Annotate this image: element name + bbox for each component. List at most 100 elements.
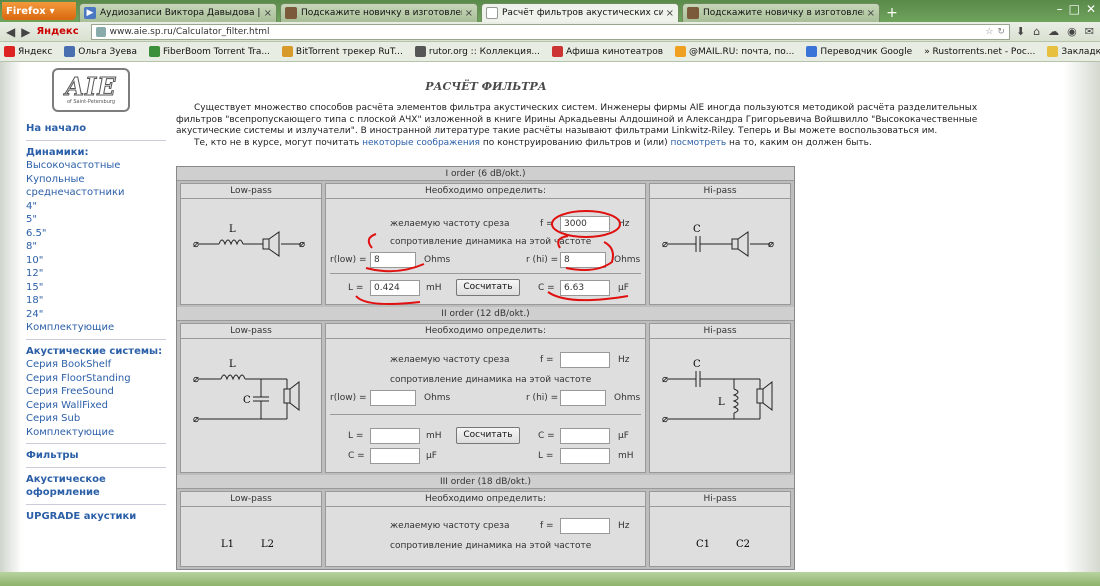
sidebar-item-acoustic-design[interactable]: Акустическое [26,473,166,487]
play-icon: ▶ [84,7,96,19]
order-2-calculate-button[interactable]: Сосчитать [456,427,520,444]
sidebar-item[interactable]: 18" [26,294,166,308]
order-2-rlow-input[interactable] [370,390,416,406]
order-2-L-output[interactable] [370,428,420,444]
minimize-icon[interactable]: – [1057,2,1063,16]
capacitor-label: C [693,359,701,370]
bookmark-item[interactable]: Ольга Зуева [64,46,137,57]
hipass-header: Hi-pass [650,184,790,199]
sidebar-item[interactable]: Серия FloorStanding [26,372,166,386]
bookmark-item[interactable]: Переводчик Google [806,46,912,57]
refresh-icon[interactable]: ↻ [997,27,1005,37]
link-considerations[interactable]: некоторые соображения [362,138,480,148]
main-content: РАСЧЁТ ФИЛЬТРА Существует множество спос… [176,62,1046,149]
site-logo[interactable]: AIE of Saint-Petersburg [52,68,130,112]
order-3-title: III order (18 dB/okt.) [177,475,794,489]
capacitor-label: C [243,395,251,406]
inductor-1-label: L1 [221,539,234,550]
close-window-icon[interactable]: ✕ [1086,2,1096,16]
lowpass-schematic: ⌀ ⌀ L [181,199,321,279]
bookmark-item[interactable]: rutor.org :: Коллекция... [414,46,540,57]
firefox-menu-button[interactable]: Firefox ▾ [2,2,76,20]
order-2-frequency-input[interactable] [560,352,610,368]
sidebar-item[interactable]: Купольные [26,173,166,187]
sidebar-item[interactable]: среднечастотники [26,186,166,200]
order-2-L2-output[interactable] [560,448,610,464]
inductor-2-label: L2 [261,539,274,550]
bookmarks-menu[interactable]: Закладки [1047,46,1100,57]
sidebar-item[interactable]: 4" [26,200,166,214]
bookmark-item[interactable]: Яндекс [4,46,52,57]
torrent-icon [281,46,293,57]
inductor-label: L [229,359,236,370]
sidebar-item[interactable]: 15" [26,281,166,295]
mail-icon[interactable]: ✉ [1085,25,1094,38]
sidebar-item[interactable]: 5" [26,213,166,227]
svg-text:⌀: ⌀ [193,414,199,425]
url-text[interactable]: www.aie.sp.ru/Calculator_filter.html [110,27,982,37]
sidebar-item[interactable]: 24" [26,308,166,322]
tab-4[interactable]: Подскажите новичку в изготовлени...× [682,3,880,22]
weather-icon[interactable]: ☁ [1048,25,1059,38]
sidebar-item[interactable]: 10" [26,254,166,268]
cinema-icon [551,46,563,57]
sidebar-heading-systems[interactable]: Акустические системы: [26,345,166,359]
tab-bar: Firefox ▾ ▶ Аудиозаписи Виктора Давыдова |… [0,0,1100,22]
page-margin [1064,62,1100,572]
sidebar-item-acoustic-design[interactable]: оформление [26,486,166,500]
sidebar-item[interactable]: Комплектующие [26,426,166,440]
sidebar-item[interactable]: Комплектующие [26,321,166,335]
back-arrow-icon[interactable]: ◀ [6,25,15,39]
sidebar-item-home[interactable]: На начало [26,122,166,136]
svg-text:⌀: ⌀ [768,239,774,250]
intro-text: Существует множество способов расчёта эл… [176,103,1026,149]
maximize-icon[interactable]: □ [1069,2,1080,16]
sidebar-item[interactable]: Серия BookShelf [26,358,166,372]
svg-text:⌀: ⌀ [299,239,305,250]
order-2-C-output[interactable] [560,428,610,444]
sidebar-item[interactable]: 6.5" [26,227,166,241]
order-2-rhi-input[interactable] [560,390,606,406]
sidebar-item-filters[interactable]: Фильтры [26,449,166,463]
star-icon[interactable]: ☆ [985,27,993,37]
address-bar[interactable]: www.aie.sp.ru/Calculator_filter.html ☆ ↻ [90,23,1010,40]
filter-calculator: I order (6 dB/okt.) Low-pass ⌀ ⌀ L Необх… [176,166,795,570]
sidebar-heading-speakers[interactable]: Динамики: [26,146,166,160]
tab-2[interactable]: Подскажите новичку в изготовлени...× [280,3,478,22]
divider [330,414,641,415]
order-2-inputs-panel: Необходимо определить: желаемую частоту … [325,323,646,473]
close-icon[interactable]: × [867,8,875,19]
svg-text:⌀: ⌀ [193,239,199,250]
tab-1[interactable]: ▶ Аудиозаписи Виктора Давыдова | 2... × [79,3,277,22]
bookmark-item[interactable]: @MAIL.RU: почта, по... [675,46,794,57]
order-2-C2-output[interactable] [370,448,420,464]
sidebar-menu: На начало Динамики: Высокочастотные Купо… [26,122,166,523]
bookmark-item[interactable]: » Rustorrents.net - Рос... [924,47,1035,57]
new-tab-button[interactable]: + [883,4,901,22]
order-3-frequency-input[interactable] [560,518,610,534]
sidebar-item[interactable]: Серия Sub [26,412,166,426]
bookmark-item[interactable]: BitTorrent трекер RuT... [281,46,403,57]
bookmark-item[interactable]: FiberBoom Torrent Tra... [149,46,270,57]
home-icon[interactable]: ⌂ [1033,25,1040,38]
close-icon[interactable]: × [465,8,473,19]
sidebar-item[interactable]: 8" [26,240,166,254]
close-icon[interactable]: × [666,8,674,19]
yandex-search-label[interactable]: Яндекс [36,26,78,37]
sidebar-item[interactable]: 12" [26,267,166,281]
sidebar-item[interactable]: Серия FreeSound [26,385,166,399]
close-icon[interactable]: × [264,8,272,19]
link-view[interactable]: посмотреть [670,138,726,148]
sidebar-item[interactable]: Серия WallFixed [26,399,166,413]
inductor-label: L [229,224,236,235]
bookmark-item[interactable]: Афиша кинотеатров [551,46,663,57]
site-icon [95,26,106,37]
addon-icon[interactable]: ◉ [1067,25,1077,38]
order-2-row: Low-pass ⌀ ⌀ L C Необходимо определить: … [177,321,794,475]
download-icon[interactable]: ⬇ [1016,25,1025,38]
sidebar-item[interactable]: Высокочастотные [26,159,166,173]
sidebar-item-upgrade[interactable]: UPGRADE акустики [26,510,166,524]
tab-3[interactable]: Расчёт фильтров акустических сист...× [481,3,679,22]
forward-arrow-icon[interactable]: ▶ [21,25,30,39]
bookmarks-bar: Яндекс Ольга Зуева FiberBoom Torrent Tra… [0,42,1100,62]
